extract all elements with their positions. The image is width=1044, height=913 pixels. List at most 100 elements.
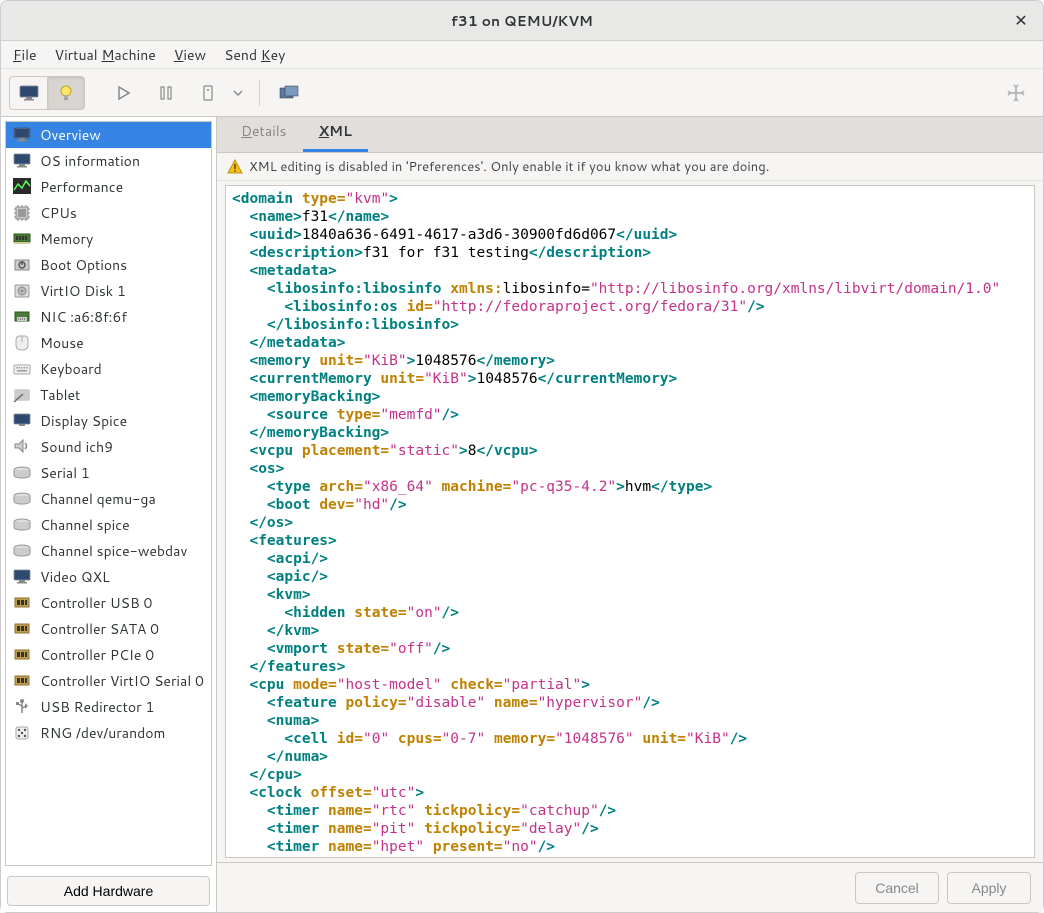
- sidebar-item-label: OS information: [40, 151, 140, 171]
- tab-details[interactable]: Details: [225, 117, 303, 152]
- cpu-icon: [12, 203, 32, 223]
- power-icon: [201, 84, 215, 102]
- sidebar-item-label: Memory: [40, 229, 93, 249]
- snapshots-button[interactable]: [270, 76, 308, 110]
- bulb-icon: [57, 84, 75, 102]
- tablet-icon: [12, 385, 32, 405]
- sidebar-item-label: Tablet: [40, 385, 80, 405]
- sidebar-item-controller-sata-0[interactable]: Controller SATA 0: [6, 616, 211, 642]
- disk-icon: [12, 281, 32, 301]
- sidebar-item-mouse[interactable]: Mouse: [6, 330, 211, 356]
- menu-vm[interactable]: Virtual Machine: [55, 45, 156, 65]
- xml-editor: <domain type="kvm"> <name>f31</name> <uu…: [225, 185, 1035, 858]
- play-icon: [117, 86, 131, 100]
- sidebar-item-label: Performance: [40, 177, 123, 197]
- content-area: Details XML XML editing is disabled in '…: [217, 117, 1043, 912]
- close-icon[interactable]: ✕: [1011, 11, 1031, 31]
- sidebar-item-label: VirtIO Disk 1: [40, 281, 126, 301]
- snapshot-icon: [279, 85, 299, 101]
- pause-icon: [159, 86, 173, 100]
- sidebar-item-label: Display Spice: [40, 411, 127, 431]
- menu-view[interactable]: View: [174, 45, 206, 65]
- sidebar-item-nic-a6-8f-6f[interactable]: NIC :a6:8f:6f: [6, 304, 211, 330]
- run-button[interactable]: [105, 76, 143, 110]
- fullscreen-icon: [1007, 84, 1025, 102]
- warning-text: XML editing is disabled in 'Preferences'…: [249, 158, 769, 176]
- sidebar-item-label: Keyboard: [40, 359, 102, 379]
- display-icon: [12, 411, 32, 431]
- sidebar-item-video-qxl[interactable]: Video QXL: [6, 564, 211, 590]
- add-hardware-button[interactable]: Add Hardware: [7, 876, 210, 906]
- pause-button[interactable]: [147, 76, 185, 110]
- console-view-button[interactable]: [9, 76, 47, 110]
- sidebar-item-os-information[interactable]: OS information: [6, 148, 211, 174]
- sidebar-item-label: Channel spice-webdav: [40, 541, 187, 561]
- sidebar-item-channel-spice-webdav[interactable]: Channel spice-webdav: [6, 538, 211, 564]
- controller-icon: [12, 619, 32, 639]
- main-area: Overview OS information Performance CPUs Mem…: [1, 117, 1043, 912]
- sidebar-item-label: CPUs: [40, 203, 77, 223]
- mouse-icon: [12, 333, 32, 353]
- chart-icon: [12, 177, 32, 197]
- controller-icon: [12, 645, 32, 665]
- fullscreen-button[interactable]: [997, 76, 1035, 110]
- serial-icon: [12, 515, 32, 535]
- details-view-button[interactable]: [47, 76, 85, 110]
- monitor-icon: [12, 567, 32, 587]
- window-title: f31 on QEMU/KVM: [451, 11, 593, 31]
- sidebar-item-channel-spice[interactable]: Channel spice: [6, 512, 211, 538]
- chevron-down-icon: [233, 90, 243, 96]
- serial-icon: [12, 489, 32, 509]
- ram-icon: [12, 229, 32, 249]
- sidebar-item-label: Overview: [40, 125, 101, 145]
- controller-icon: [12, 671, 32, 691]
- keyboard-icon: [12, 359, 32, 379]
- sidebar-item-label: USB Redirector 1: [40, 697, 154, 717]
- menu-file[interactable]: File: [13, 45, 37, 65]
- sidebar-item-label: Channel qemu-ga: [40, 489, 156, 509]
- toolbar: [1, 69, 1043, 117]
- sidebar-item-sound-ich9[interactable]: Sound ich9: [6, 434, 211, 460]
- sidebar-item-label: RNG /dev/urandom: [40, 723, 165, 743]
- menu-sendkey[interactable]: Send Key: [224, 45, 285, 65]
- sidebar-item-controller-usb-0[interactable]: Controller USB 0: [6, 590, 211, 616]
- controller-icon: [12, 593, 32, 613]
- sidebar-item-label: Controller SATA 0: [40, 619, 159, 639]
- serial-icon: [12, 541, 32, 561]
- sidebar-item-label: Channel spice: [40, 515, 130, 535]
- rng-icon: [12, 723, 32, 743]
- sidebar-item-channel-qemu-ga[interactable]: Channel qemu-ga: [6, 486, 211, 512]
- shutdown-menu-button[interactable]: [227, 76, 249, 110]
- sound-icon: [12, 437, 32, 457]
- sidebar-item-serial-1[interactable]: Serial 1: [6, 460, 211, 486]
- titlebar: f31 on QEMU/KVM ✕: [1, 1, 1043, 41]
- monitor-icon: [19, 85, 39, 101]
- sidebar-item-label: NIC :a6:8f:6f: [40, 307, 127, 327]
- apply-button[interactable]: Apply: [947, 872, 1031, 904]
- sidebar-item-tablet[interactable]: Tablet: [6, 382, 211, 408]
- sidebar-item-boot-options[interactable]: Boot Options: [6, 252, 211, 278]
- sidebar-item-label: Mouse: [40, 333, 84, 353]
- sidebar-item-performance[interactable]: Performance: [6, 174, 211, 200]
- tab-xml[interactable]: XML: [303, 117, 368, 152]
- cancel-button[interactable]: Cancel: [855, 872, 939, 904]
- sidebar-item-label: Boot Options: [40, 255, 127, 275]
- sidebar-item-controller-virtio-serial-0[interactable]: Controller VirtIO Serial 0: [6, 668, 211, 694]
- sidebar-item-overview[interactable]: Overview: [6, 122, 211, 148]
- sidebar-item-rng-dev-urandom[interactable]: RNG /dev/urandom: [6, 720, 211, 746]
- hardware-list[interactable]: Overview OS information Performance CPUs Mem…: [5, 121, 212, 866]
- sidebar-item-usb-redirector-1[interactable]: USB Redirector 1: [6, 694, 211, 720]
- sidebar: Overview OS information Performance CPUs Mem…: [1, 117, 217, 912]
- sidebar-item-controller-pcie-0[interactable]: Controller PCIe 0: [6, 642, 211, 668]
- monitor-icon: [12, 151, 32, 171]
- toolbar-separator: [259, 80, 260, 106]
- sidebar-item-cpus[interactable]: CPUs: [6, 200, 211, 226]
- sidebar-item-keyboard[interactable]: Keyboard: [6, 356, 211, 382]
- nic-icon: [12, 307, 32, 327]
- sidebar-item-display-spice[interactable]: Display Spice: [6, 408, 211, 434]
- shutdown-button[interactable]: [189, 76, 227, 110]
- sidebar-item-label: Controller USB 0: [40, 593, 152, 613]
- warning-icon: [227, 159, 243, 175]
- sidebar-item-virtio-disk-1[interactable]: VirtIO Disk 1: [6, 278, 211, 304]
- sidebar-item-memory[interactable]: Memory: [6, 226, 211, 252]
